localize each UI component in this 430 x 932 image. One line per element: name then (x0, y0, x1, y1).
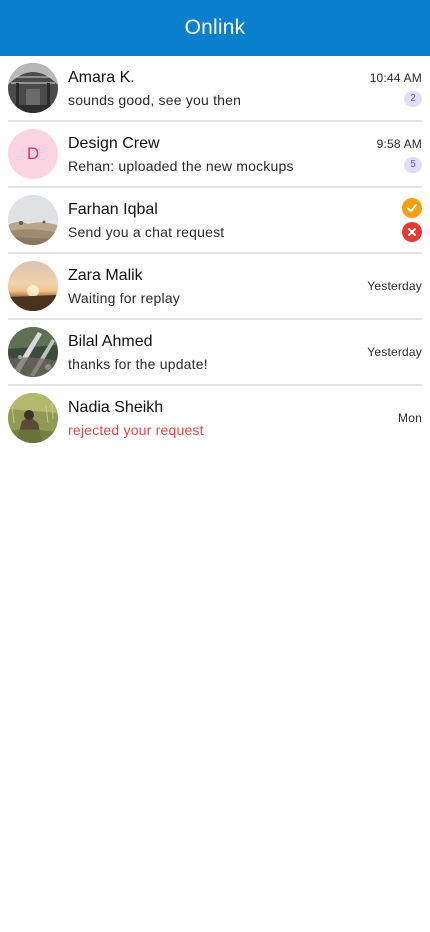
message-time: 10:44 AM (369, 70, 422, 85)
contact-name: Amara K. (68, 68, 135, 86)
accept-request-button[interactable] (402, 198, 422, 218)
app-title: Onlink (184, 16, 246, 39)
app-header: Onlink (0, 0, 430, 56)
message-time: Mon (398, 411, 422, 425)
chat-row-zara[interactable]: Zara Malik Waiting for replay Yesterday (8, 254, 422, 320)
message-preview: Rehan: uploaded the new mockups (68, 157, 294, 174)
chat-row-nadia[interactable]: Nadia Sheikh rejected your request Mon (8, 386, 422, 450)
contact-name: Design Crew (68, 134, 160, 152)
chat-row-design-crew[interactable]: D Design Crew Rehan: uploaded the new mo… (8, 122, 422, 188)
message-time: 9:58 AM (376, 136, 422, 151)
message-preview: Waiting for replay (68, 289, 181, 306)
message-preview: thanks for the update! (68, 355, 208, 372)
contact-name: Farhan Iqbal (68, 200, 158, 218)
message-time: Yesterday (367, 345, 422, 359)
avatar (8, 327, 58, 377)
close-icon (408, 228, 416, 236)
contact-name: Bilal Ahmed (68, 332, 153, 350)
avatar (8, 63, 58, 113)
message-preview: sounds good, see you then (68, 91, 242, 108)
chat-list: Amara K. sounds good, see you then 10:44… (0, 56, 430, 450)
request-actions (402, 198, 422, 242)
avatar (8, 261, 58, 311)
chat-row-farhan[interactable]: Farhan Iqbal Send you a chat request (8, 188, 422, 254)
contact-name: Nadia Sheikh (68, 398, 164, 416)
avatar (8, 393, 58, 443)
unread-count-badge: 5 (404, 156, 422, 173)
chat-row-bilal[interactable]: Bilal Ahmed thanks for the update! Yeste… (8, 320, 422, 386)
chat-row-amara[interactable]: Amara K. sounds good, see you then 10:44… (8, 56, 422, 122)
avatar (8, 195, 58, 245)
message-preview: rejected your request (68, 421, 204, 438)
contact-name: Zara Malik (68, 266, 143, 284)
reject-request-button[interactable] (402, 222, 422, 242)
avatar: D (8, 129, 58, 179)
app-screen: Onlink Amara K. sounds good, see you the… (0, 0, 430, 932)
unread-count-badge: 2 (404, 90, 422, 107)
message-preview: Send you a chat request (68, 223, 225, 240)
check-icon (407, 204, 417, 212)
message-time: Yesterday (367, 279, 422, 293)
